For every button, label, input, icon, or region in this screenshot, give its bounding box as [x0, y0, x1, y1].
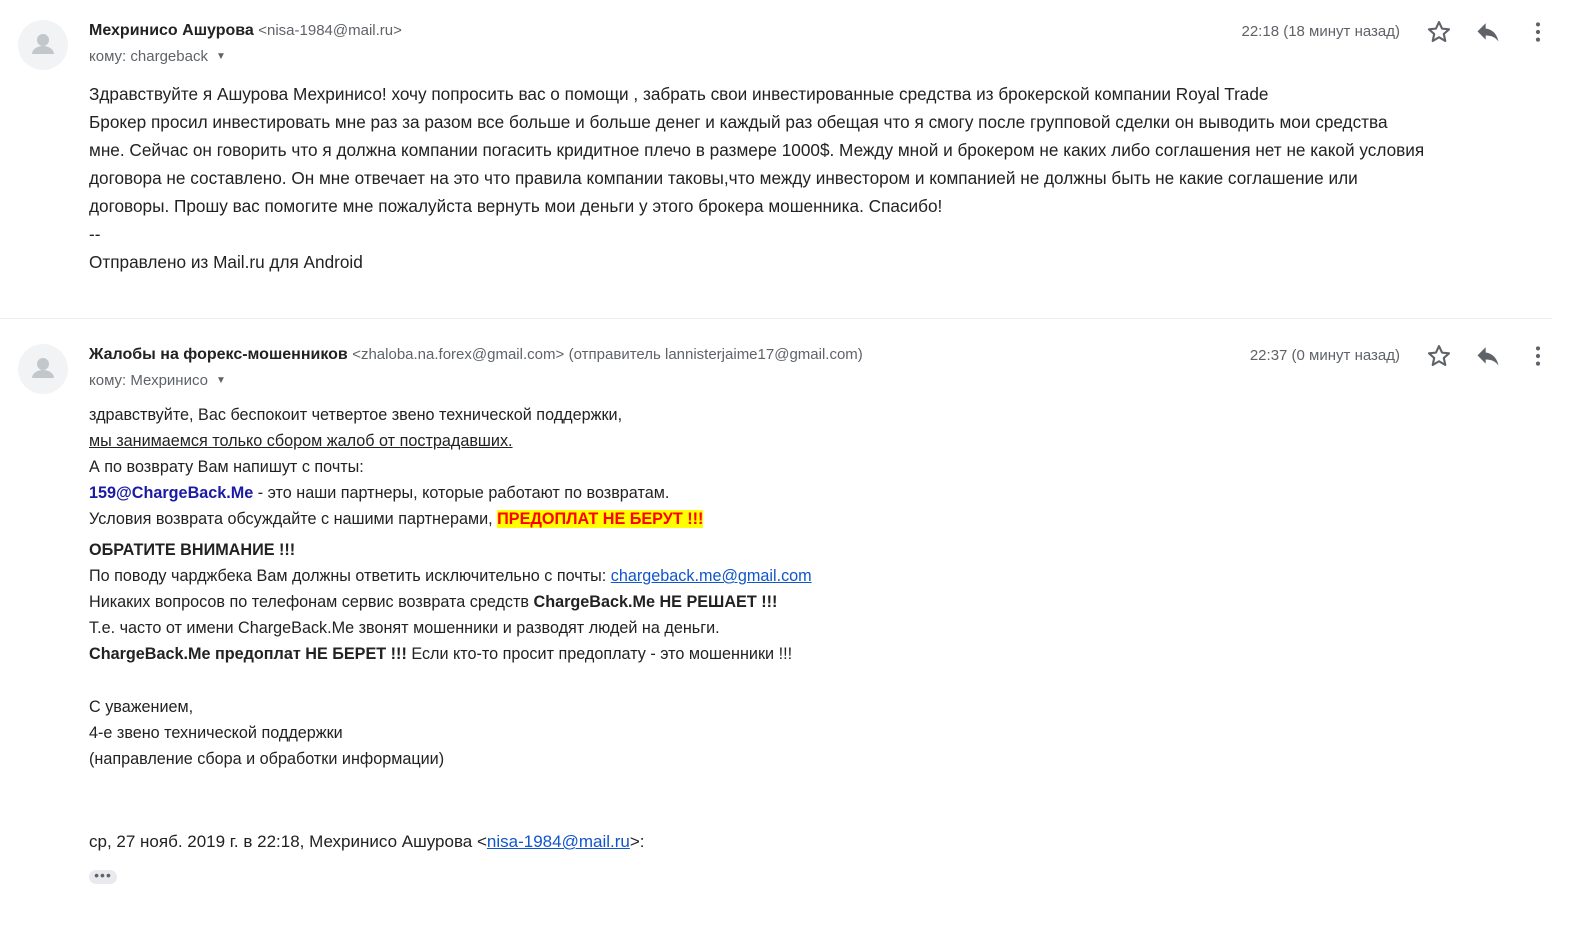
- body-text: Никаких вопросов по телефонам сервис воз…: [89, 593, 534, 611]
- sender-avatar-person-icon[interactable]: [18, 344, 68, 394]
- signature-separator: --: [89, 224, 101, 244]
- message-divider: [0, 318, 1552, 319]
- body-text: Условия возврата обсуждайте с нашими пар…: [89, 510, 498, 528]
- recipient-label: кому: Мехринисо: [89, 372, 208, 389]
- sender-name[interactable]: Жалобы на форекс-мошенников: [89, 346, 348, 363]
- star-icon[interactable]: [1425, 342, 1453, 370]
- body-line: договора не составлено. Он мне отвечает …: [89, 168, 1358, 188]
- body-line: Никаких вопросов по телефонам сервис воз…: [89, 593, 777, 612]
- reply-icon[interactable]: [1474, 18, 1502, 46]
- more-vert-icon[interactable]: [1524, 18, 1552, 46]
- body-line-underlined: мы занимаемся только сбором жалоб от пос…: [89, 432, 513, 450]
- body-text: Если кто-то просит предоплату - это моше…: [406, 645, 793, 663]
- chevron-down-icon[interactable]: ▼: [216, 51, 226, 62]
- signature-line: С уважением,: [89, 698, 194, 716]
- recipient-line[interactable]: кому: Мехринисо ▼: [89, 372, 226, 389]
- sender-name[interactable]: Мехринисо Ашурова: [89, 22, 254, 39]
- body-line: Т.е. часто от имени ChargeBack.Me звонят…: [89, 619, 720, 637]
- recipient-line[interactable]: кому: chargeback ▼: [89, 48, 226, 65]
- sender-email: <zhaloba.na.forex@gmail.com>: [352, 346, 565, 363]
- body-line: Условия возврата обсуждайте с нашими пар…: [89, 510, 704, 529]
- body-text: По поводу чарджбека Вам должны ответить …: [89, 567, 611, 585]
- body-line: 159@ChargeBack.Me - это наши партнеры, к…: [89, 484, 669, 503]
- show-trimmed-content-button[interactable]: •••: [89, 868, 117, 884]
- body-bold: ChargeBack.Me предоплат НЕ БЕРЕТ !!!: [89, 645, 407, 663]
- body-line: Брокер просил инвестировать мне раз за р…: [89, 112, 1388, 132]
- mobile-signature: Отправлено из Mail.ru для Android: [89, 252, 363, 272]
- quote-text: ср, 27 нояб. 2019 г. в 22:18, Мехринисо …: [89, 832, 487, 851]
- quoted-sender-email-link[interactable]: nisa-1984@mail.ru: [487, 832, 630, 851]
- sender-line: Мехринисо Ашурова <nisa-1984@mail.ru>: [89, 22, 402, 40]
- sender-line: Жалобы на форекс-мошенников <zhaloba.na.…: [89, 346, 863, 364]
- body-line: договоры. Прошу вас помогите мне пожалуй…: [89, 196, 943, 216]
- body-line: здравствуйте, Вас беспокоит четвертое зв…: [89, 406, 623, 424]
- partner-email: 159@ChargeBack.Me: [89, 484, 254, 502]
- more-vert-icon[interactable]: [1524, 342, 1552, 370]
- body-text: - это наши партнеры, которые работают по…: [253, 484, 670, 502]
- message-body: Здравствуйте я Ашурова Мехринисо! хочу п…: [89, 80, 1559, 276]
- timestamp: 22:37 (0 минут назад): [1249, 347, 1400, 364]
- reply-icon[interactable]: [1474, 342, 1502, 370]
- body-line: ChargeBack.Me предоплат НЕ БЕРЕТ !!! Есл…: [89, 645, 792, 664]
- recipient-label: кому: chargeback: [89, 48, 208, 65]
- timestamp: 22:18 (18 минут назад): [1241, 23, 1401, 40]
- signature-line: 4-е звено технической поддержки: [89, 724, 343, 742]
- body-line: По поводу чарджбека Вам должны ответить …: [89, 567, 812, 586]
- quote-header: ср, 27 нояб. 2019 г. в 22:18, Мехринисо …: [89, 832, 645, 852]
- attention-heading: ОБРАТИТЕ ВНИМАНИЕ !!!: [89, 541, 296, 559]
- chargeback-email-link[interactable]: chargeback.me@gmail.com: [611, 567, 812, 585]
- sender-via: (отправитель lannisterjaime17@gmail.com): [568, 346, 863, 363]
- body-line: Здравствуйте я Ашурова Мехринисо! хочу п…: [89, 84, 1269, 104]
- quote-text: >:: [629, 832, 645, 851]
- signature-line: (направление сбора и обработки информаци…: [89, 750, 445, 768]
- chevron-down-icon[interactable]: ▼: [216, 375, 226, 386]
- sender-avatar-person-icon[interactable]: [18, 20, 68, 70]
- body-bold: ChargeBack.Me НЕ РЕШАЕТ !!!: [533, 593, 778, 611]
- star-icon[interactable]: [1425, 18, 1453, 46]
- body-line: А по возврату Вам напишут с почты:: [89, 458, 364, 476]
- highlighted-warning: ПРЕДОПЛАТ НЕ БЕРУТ !!!: [497, 510, 704, 528]
- sender-email: <nisa-1984@mail.ru>: [258, 22, 402, 39]
- body-line: мне. Сейчас он говорить что я должна ком…: [89, 140, 1425, 160]
